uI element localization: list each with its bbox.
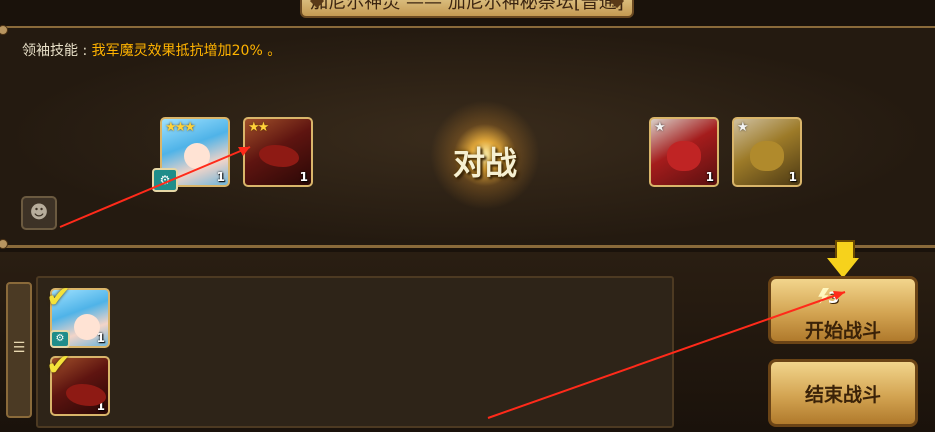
stage-title-text: 加尼尔神灵 —— 加尼尔神秘祭坛[普通]	[310, 0, 624, 13]
leader-rune-icon: ⚙	[50, 330, 70, 348]
leader-skill-effect: 我军魔灵效果抵抗增加20% 。	[91, 43, 282, 59]
stage-title: 加尼尔神灵 —— 加尼尔神秘祭坛[普通]	[300, 0, 634, 18]
monster-level: 1	[788, 170, 797, 184]
selected-check-icon: ✔	[46, 348, 72, 383]
enemy-slot-gold-boar[interactable]: ★ 1	[732, 117, 802, 187]
team-slot-red-dragon[interactable]: ★★ 1	[243, 117, 313, 187]
energy-cost: 3	[828, 288, 840, 307]
arrow-down-icon	[827, 240, 859, 280]
star-icon: ★★★	[165, 120, 196, 135]
leader-rune-icon: ⚙	[152, 168, 178, 192]
monster-level: 1	[96, 399, 105, 413]
star-icon: ★	[654, 120, 666, 135]
monster-level: 1	[216, 170, 225, 184]
star-icon: ★	[737, 120, 749, 135]
monster-level: 1	[299, 170, 308, 184]
chat-icon[interactable]: ☻	[21, 196, 57, 230]
leader-skill-label: 领袖技能 :	[22, 43, 92, 59]
vs-label: 对战	[452, 144, 517, 182]
enemy-slot-red-boar[interactable]: ★ 1	[649, 117, 719, 187]
star-icon: ★★	[248, 120, 269, 135]
end-battle-label: 结束战斗	[804, 384, 881, 406]
roster-filter-tab[interactable]: ☰	[6, 282, 32, 418]
start-battle-button[interactable]: 3 开始战斗	[768, 276, 918, 344]
panel-corner	[0, 239, 8, 249]
monster-level: 1	[96, 331, 105, 345]
start-battle-label: 开始战斗	[804, 320, 881, 342]
battle-panel: 领袖技能 : 我军魔灵效果抵抗增加20% 。 ★★★ 1 ⚙ ★★ 1 对战 ★…	[0, 25, 935, 249]
vs-emblem: 对战	[430, 100, 540, 210]
monster-level: 1	[705, 170, 714, 184]
monster-roster: 1 ⚙ ✔ 1 ✔	[36, 276, 674, 428]
selected-check-icon: ✔	[46, 280, 72, 315]
end-battle-button[interactable]: 结束战斗	[768, 359, 918, 427]
panel-corner	[0, 25, 8, 35]
leader-skill: 领袖技能 : 我军魔灵效果抵抗增加20% 。	[22, 40, 281, 60]
filter-icon: ☰	[12, 340, 26, 356]
